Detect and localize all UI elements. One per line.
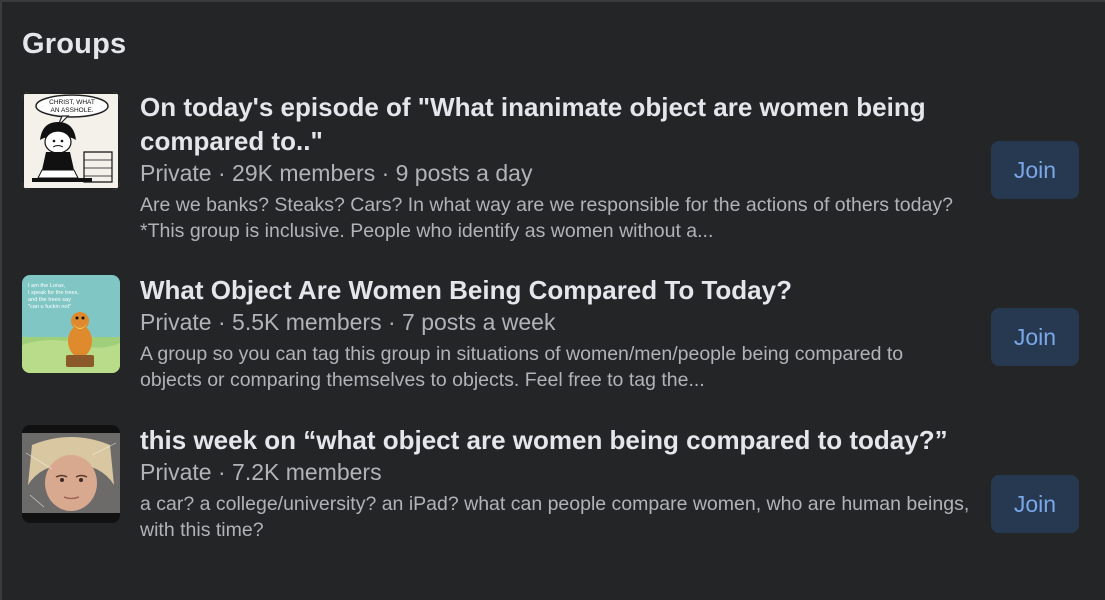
group-name[interactable]: this week on “what object are women bein… <box>140 423 970 457</box>
group-info: this week on “what object are women bein… <box>140 423 970 543</box>
face-photo-image[interactable] <box>22 425 120 523</box>
section-title: Groups <box>22 28 127 60</box>
group-description: Are we banks? Steaks? Cars? In what way … <box>140 194 953 242</box>
group-description: a car? a college/university? an iPad? wh… <box>140 493 970 541</box>
thumb-caption-line4: "can u fuckin not" <box>28 304 71 310</box>
thumb-caption-line2: I speak for the trees, <box>28 290 79 296</box>
group-name[interactable]: On today's episode of "What inanimate ob… <box>140 90 970 158</box>
join-button[interactable]: Join <box>991 141 1079 199</box>
group-name[interactable]: What Object Are Women Being Compared To … <box>140 273 970 307</box>
comic-panel-image[interactable]: CHRIST, WHAT AN ASSHOLE. <box>22 92 120 190</box>
group-description: A group so you can tag this group in sit… <box>140 343 904 391</box>
group-info: On today's episode of "What inanimate ob… <box>140 90 970 244</box>
groups-panel: Groups CHRIST, WHAT AN ASSHOLE. On today… <box>0 0 1105 600</box>
join-button[interactable]: Join <box>991 475 1079 533</box>
lorax-image[interactable]: I am the Lorax, I speak for the trees, a… <box>22 275 120 373</box>
thumb-caption-line3: and the trees say <box>28 297 71 303</box>
thumb-caption-line2: AN ASSHOLE. <box>51 107 94 114</box>
thumb-caption-line1: I am the Lorax, <box>28 283 66 289</box>
group-meta: Private · 29K members · 9 posts a day <box>140 160 533 186</box>
thumb-caption-line1: CHRIST, WHAT <box>49 99 95 106</box>
group-meta: Private · 7.2K members <box>140 459 382 485</box>
group-info: What Object Are Women Being Compared To … <box>140 273 970 393</box>
group-meta: Private · 5.5K members · 7 posts a week <box>140 309 556 335</box>
join-button[interactable]: Join <box>991 308 1079 366</box>
